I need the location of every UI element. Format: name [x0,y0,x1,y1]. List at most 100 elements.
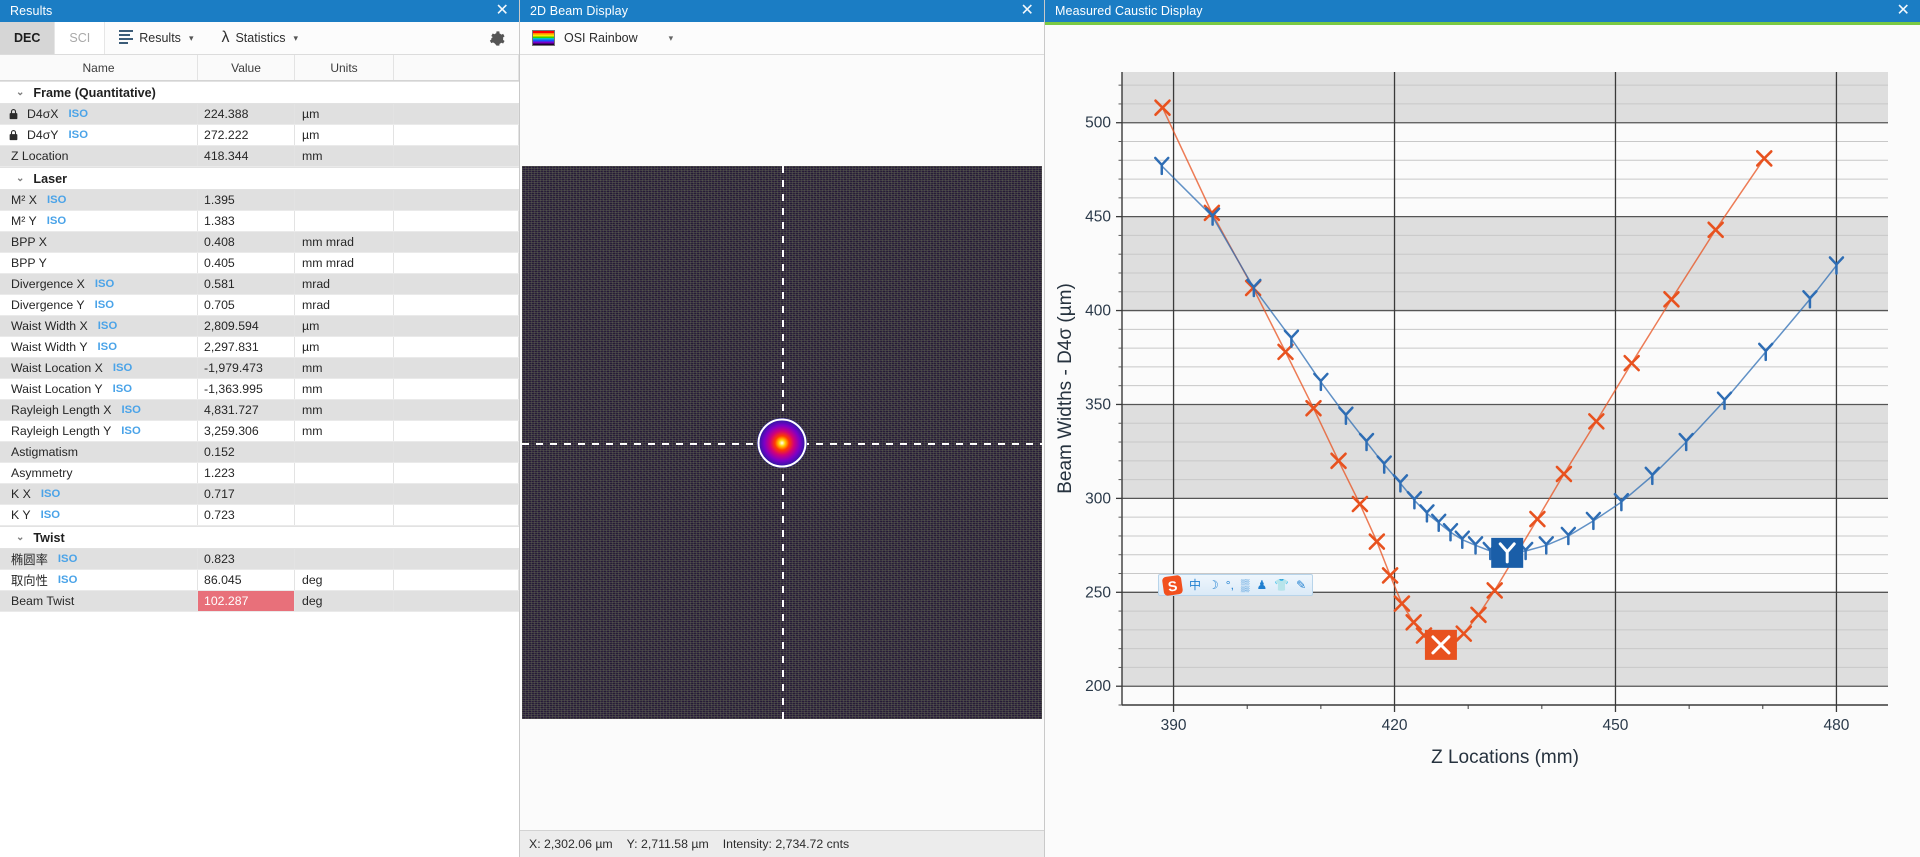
caustic-panel-title: Measured Caustic Display [1055,4,1203,18]
iso-badge: ISO [47,215,66,227]
cell-name: Waist Location YISO [0,379,198,399]
table-row[interactable]: M² XISO1.395 [0,190,519,211]
toolbar-spacer [312,22,474,54]
ime-chinese-mode-icon[interactable]: 中 [1189,579,1201,591]
parameter-label: 椭圆率 [8,550,48,568]
table-row[interactable]: Asymmetry1.223 [0,463,519,484]
table-row[interactable]: Z Location418.344mm [0,146,519,167]
table-row[interactable]: Rayleigh Length XISO4,831.727mm [0,400,519,421]
results-group-header[interactable]: ⌄ Frame (Quantitative) [0,81,519,104]
results-group-label: Laser [33,172,67,186]
ime-punctuation-icon[interactable]: °, [1226,579,1234,591]
table-row[interactable]: Divergence XISO0.581mrad [0,274,519,295]
iso-badge: ISO [41,509,60,521]
cell-extra [394,463,519,483]
table-row[interactable]: BPP Y0.405mm mrad [0,253,519,274]
table-row[interactable]: Divergence YISO0.705mrad [0,295,519,316]
cell-units: µm [295,125,394,145]
parameter-label: Waist Location X [8,361,103,375]
parameter-label: Asymmetry [8,466,73,480]
dec-button[interactable]: DEC [0,22,55,54]
cell-units: µm [295,316,394,336]
column-header-value[interactable]: Value [198,55,295,80]
results-table-body[interactable]: ⌄Frame (Quantitative)D4σXISO224.388µmD4σ… [0,81,519,857]
parameter-label: M² Y [8,214,37,228]
ime-toolbox-icon[interactable]: ♟ [1256,579,1267,591]
results-group-header[interactable]: ⌄ Laser [0,167,519,190]
cell-extra [394,591,519,611]
table-row[interactable]: BPP X0.408mm mrad [0,232,519,253]
parameter-label: D4σY [24,128,59,142]
y-axis-tick-label: 250 [1085,584,1111,601]
table-row[interactable]: D4σYISO272.222µm [0,125,519,146]
table-row[interactable]: 椭圆率ISO0.823 [0,549,519,570]
column-header-name[interactable]: Name [0,55,198,80]
y-axis-tick-label: 300 [1085,490,1111,507]
ime-moon-icon[interactable]: ☽ [1208,579,1219,591]
cell-extra [394,400,519,420]
parameter-label: BPP X [8,235,47,249]
caustic-chart[interactable]: 200250300350400450500390420450480Z Locat… [1045,25,1920,857]
cursor-x-readout: X: 2,302.06 µm [529,837,613,851]
plot-band [1122,217,1888,311]
plot-band [1122,404,1888,498]
gear-icon[interactable] [474,22,519,54]
cell-value: 102.287 [198,591,295,611]
close-icon[interactable]: ✕ [493,3,511,19]
statistics-menu[interactable]: λ Statistics ▾ [207,22,312,54]
cell-extra [394,232,519,252]
beam-display-panel: 2D Beam Display ✕ OSI Rainbow ▾ X: 2,302… [520,0,1045,857]
cell-name: 椭圆率ISO [0,549,198,569]
cell-units [295,190,394,210]
results-menu[interactable]: Results ▾ [105,22,207,54]
cell-units: mm mrad [295,253,394,273]
table-row[interactable]: M² YISO1.383 [0,211,519,232]
ime-keyboard-icon[interactable]: ▒ [1241,579,1250,591]
table-row[interactable]: K XISO0.717 [0,484,519,505]
chevron-down-icon[interactable]: ⌄ [16,173,24,184]
beam-image-area[interactable] [520,55,1044,830]
beam-canvas[interactable] [522,166,1042,719]
highlighted-marker-Y[interactable] [1491,538,1523,568]
column-header-units[interactable]: Units [295,55,394,80]
table-row[interactable]: Waist Location YISO-1,363.995mm [0,379,519,400]
results-group-label: Frame (Quantitative) [33,86,155,100]
results-group-header[interactable]: ⌄Twist [0,526,519,549]
parameter-label: BPP Y [8,256,47,270]
highlighted-marker-X[interactable] [1425,630,1457,660]
close-icon[interactable]: ✕ [1018,3,1036,19]
table-row[interactable]: Rayleigh Length YISO3,259.306mm [0,421,519,442]
table-row[interactable]: 取向性ISO86.045deg [0,570,519,591]
ime-skin-icon[interactable]: 👕 [1274,579,1289,591]
parameter-label: Waist Width Y [8,340,88,354]
y-axis-tick-label: 450 [1085,209,1111,226]
close-icon[interactable]: ✕ [1894,3,1912,19]
cell-value: 418.344 [198,146,295,166]
chevron-down-icon[interactable]: ⌄ [16,532,24,543]
table-row[interactable]: Astigmatism0.152 [0,442,519,463]
table-row[interactable]: Waist Width XISO2,809.594µm [0,316,519,337]
table-row[interactable]: Waist Location XISO-1,979.473mm [0,358,519,379]
chevron-down-icon[interactable]: ⌄ [16,87,24,98]
ime-tools-icon[interactable]: ✎ [1296,579,1306,591]
y-axis-tick-label: 200 [1085,678,1111,695]
column-header-extra[interactable] [394,55,519,80]
cell-value: 0.408 [198,232,295,252]
table-row[interactable]: K YISO0.723 [0,505,519,526]
cell-value: 224.388 [198,104,295,124]
results-table-header: Name Value Units [0,55,519,81]
sogou-logo-icon[interactable]: S [1162,574,1183,595]
cell-extra [394,211,519,231]
sci-button[interactable]: SCI [55,22,105,54]
list-lines-icon [119,30,133,46]
table-row[interactable]: Beam Twist102.287deg [0,591,519,612]
application-window: Results ✕ DEC SCI Results ▾ λ Statistics… [0,0,1920,857]
ime-toolbar[interactable]: S 中 ☽ °, ▒ ♟ 👕 ✎ [1158,574,1313,596]
caustic-chart-area[interactable]: 200250300350400450500390420450480Z Locat… [1045,25,1920,857]
table-row[interactable]: Waist Width YISO2,297.831µm [0,337,519,358]
chevron-down-icon[interactable]: ▾ [669,33,674,44]
table-row[interactable]: D4σXISO224.388µm [0,104,519,125]
iso-badge: ISO [121,425,140,437]
parameter-label: K X [8,487,31,501]
cell-extra [394,442,519,462]
